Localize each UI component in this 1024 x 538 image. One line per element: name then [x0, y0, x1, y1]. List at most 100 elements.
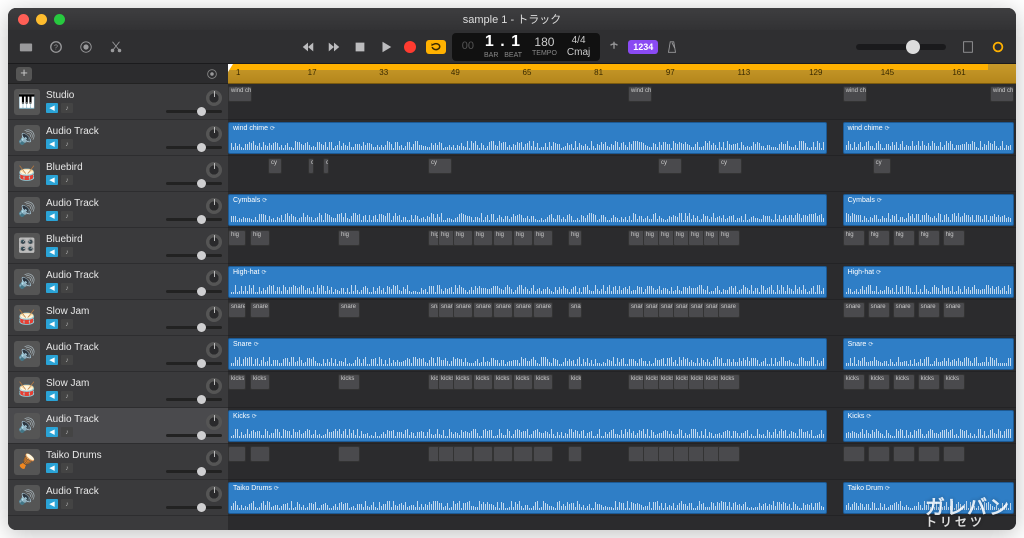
arrange-row[interactable]: wind chime⟳wind chime⟳: [228, 120, 1016, 156]
pan-knob[interactable]: [206, 126, 222, 142]
headphone-button[interactable]: ♪: [61, 283, 73, 293]
mute-button[interactable]: ◀: [46, 463, 58, 473]
midi-region[interactable]: [718, 446, 740, 462]
midi-region[interactable]: snare: [943, 302, 965, 318]
track-header[interactable]: 🎹Studio◀♪: [8, 84, 228, 120]
add-track-button[interactable]: +: [16, 67, 32, 81]
headphone-button[interactable]: ♪: [61, 499, 73, 509]
stop-button[interactable]: [352, 39, 368, 55]
audio-region[interactable]: Kicks⟳: [843, 410, 1014, 442]
headphone-button[interactable]: ♪: [61, 463, 73, 473]
midi-region[interactable]: cy: [323, 158, 329, 174]
midi-region[interactable]: snare: [893, 302, 915, 318]
playhead[interactable]: [228, 64, 233, 72]
headphone-button[interactable]: ♪: [61, 103, 73, 113]
midi-region[interactable]: wind ch: [628, 86, 652, 102]
midi-region[interactable]: cy: [428, 158, 452, 174]
volume-slider[interactable]: [166, 434, 222, 437]
midi-region[interactable]: hig: [250, 230, 270, 246]
track-header[interactable]: 🔊Audio Track◀♪: [8, 120, 228, 156]
midi-region[interactable]: hig: [943, 230, 965, 246]
audio-region[interactable]: Cymbals⟳: [843, 194, 1014, 226]
midi-region[interactable]: kicks: [473, 374, 493, 390]
lcd-display[interactable]: 00 1 . 1 BAR BEAT 180 TEMPO 4/4 Cmaj: [452, 33, 601, 61]
midi-region[interactable]: [893, 446, 915, 462]
midi-region[interactable]: snare: [228, 302, 246, 318]
track-header[interactable]: 🥁Slow Jam◀♪: [8, 300, 228, 336]
pan-knob[interactable]: [206, 198, 222, 214]
midi-region[interactable]: hig: [228, 230, 246, 246]
midi-region[interactable]: snare: [453, 302, 473, 318]
audio-region[interactable]: Snare⟳: [843, 338, 1014, 370]
midi-region[interactable]: hig: [893, 230, 915, 246]
pan-knob[interactable]: [206, 450, 222, 466]
midi-region[interactable]: kicks: [568, 374, 582, 390]
midi-region[interactable]: [533, 446, 553, 462]
track-header[interactable]: 🔊Audio Track◀♪: [8, 192, 228, 228]
audio-region[interactable]: High-hat⟳: [843, 266, 1014, 298]
midi-region[interactable]: [918, 446, 940, 462]
midi-region[interactable]: cy: [718, 158, 742, 174]
mute-button[interactable]: ◀: [46, 175, 58, 185]
midi-region[interactable]: snare: [533, 302, 553, 318]
settings-icon[interactable]: [78, 39, 94, 55]
mute-button[interactable]: ◀: [46, 499, 58, 509]
volume-slider[interactable]: [166, 326, 222, 329]
mute-button[interactable]: ◀: [46, 427, 58, 437]
track-header[interactable]: 🥁Slow Jam◀♪: [8, 372, 228, 408]
midi-region[interactable]: kicks: [893, 374, 915, 390]
volume-slider[interactable]: [166, 470, 222, 473]
pan-knob[interactable]: [206, 342, 222, 358]
midi-region[interactable]: wind ch: [843, 86, 867, 102]
arrange-row[interactable]: Taiko Drums⟳Taiko Drum⟳: [228, 480, 1016, 516]
cycle-range[interactable]: [228, 64, 988, 70]
count-in-chip[interactable]: 1234: [628, 40, 658, 54]
midi-region[interactable]: hig: [493, 230, 513, 246]
midi-region[interactable]: cy: [308, 158, 314, 174]
midi-region[interactable]: [453, 446, 473, 462]
mute-button[interactable]: ◀: [46, 139, 58, 149]
midi-region[interactable]: cy: [873, 158, 891, 174]
midi-region[interactable]: cy: [658, 158, 682, 174]
midi-region[interactable]: [943, 446, 965, 462]
maximize-window-button[interactable]: [54, 14, 65, 25]
headphone-button[interactable]: ♪: [61, 211, 73, 221]
track-header-settings-icon[interactable]: [204, 66, 220, 82]
volume-slider[interactable]: [166, 506, 222, 509]
track-header[interactable]: 🔊Audio Track◀♪: [8, 336, 228, 372]
midi-region[interactable]: [513, 446, 533, 462]
midi-region[interactable]: [473, 446, 493, 462]
arrange-row[interactable]: kickskickskickskickskickskickskickskicks…: [228, 372, 1016, 408]
midi-region[interactable]: kicks: [918, 374, 940, 390]
pan-knob[interactable]: [206, 270, 222, 286]
play-button[interactable]: [378, 39, 394, 55]
arrange-row[interactable]: snaresnaresnaresnaresnaresnaresnaresnare…: [228, 300, 1016, 336]
metronome-icon[interactable]: [664, 39, 680, 55]
minimize-window-button[interactable]: [36, 14, 47, 25]
midi-region[interactable]: snare: [843, 302, 865, 318]
midi-region[interactable]: hig: [513, 230, 533, 246]
arrange-row[interactable]: cycycycycycycy: [228, 156, 1016, 192]
midi-region[interactable]: kicks: [453, 374, 473, 390]
midi-region[interactable]: hig: [533, 230, 553, 246]
pan-knob[interactable]: [206, 486, 222, 502]
arrange-row[interactable]: Cymbals⟳ Cymbals⟳: [228, 192, 1016, 228]
mute-button[interactable]: ◀: [46, 391, 58, 401]
midi-region[interactable]: snare: [718, 302, 740, 318]
midi-region[interactable]: [493, 446, 513, 462]
mute-button[interactable]: ◀: [46, 319, 58, 329]
pan-knob[interactable]: [206, 234, 222, 250]
arrange-row[interactable]: Kicks⟳Kicks⟳: [228, 408, 1016, 444]
audio-region[interactable]: wind chime⟳: [843, 122, 1014, 154]
track-header[interactable]: 🪘Taiko Drums◀♪: [8, 444, 228, 480]
cycle-button[interactable]: [426, 40, 446, 54]
notepad-icon[interactable]: [960, 39, 976, 55]
midi-region[interactable]: snare: [513, 302, 533, 318]
midi-region[interactable]: hig: [868, 230, 890, 246]
headphone-button[interactable]: ♪: [61, 391, 73, 401]
close-window-button[interactable]: [18, 14, 29, 25]
midi-region[interactable]: snare: [250, 302, 270, 318]
midi-region[interactable]: [868, 446, 890, 462]
arrange-row[interactable]: [228, 444, 1016, 480]
audio-region[interactable]: Cymbals⟳: [228, 194, 827, 226]
